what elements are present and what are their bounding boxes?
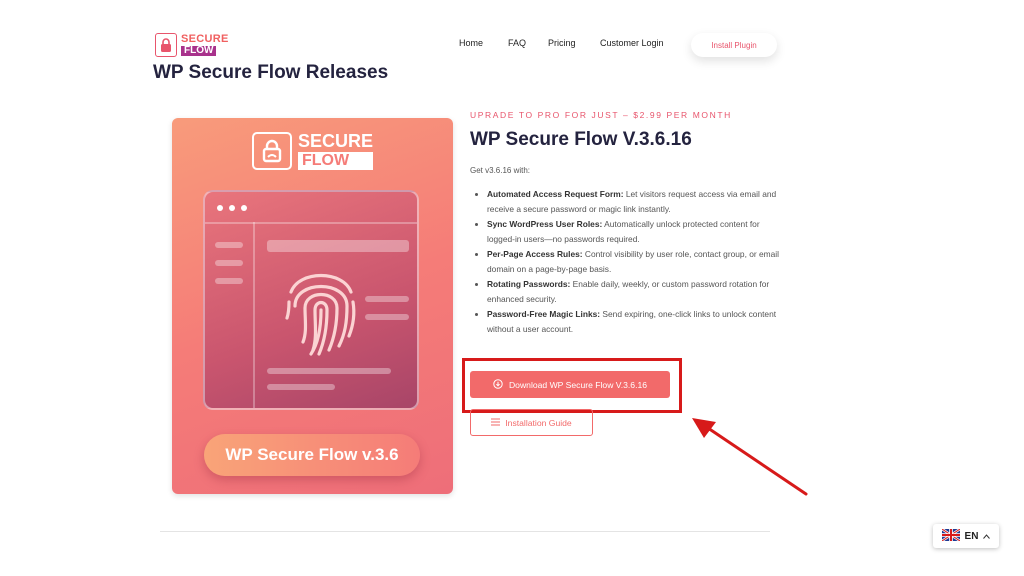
menu-icon bbox=[491, 418, 501, 428]
download-icon bbox=[493, 378, 503, 391]
install-plugin-button[interactable]: Install Plugin bbox=[691, 33, 777, 57]
logo-text-flow: FLOW bbox=[181, 46, 217, 56]
language-code: EN bbox=[964, 530, 979, 542]
installation-guide-label: Installation Guide bbox=[505, 417, 572, 428]
feature-item: Sync WordPress User Roles: Automatically… bbox=[487, 217, 787, 247]
download-button[interactable]: Download WP Secure Flow V.3.6.16 bbox=[470, 371, 670, 398]
section-divider bbox=[160, 531, 770, 532]
feature-item: Automated Access Request Form: Let visit… bbox=[487, 187, 787, 217]
chevron-up-icon bbox=[983, 532, 991, 541]
download-button-label: Download WP Secure Flow V.3.6.16 bbox=[508, 379, 648, 390]
browser-window-illustration bbox=[203, 190, 419, 410]
feature-item: Per-Page Access Rules: Control visibilit… bbox=[487, 247, 787, 277]
nav-faq[interactable]: FAQ bbox=[508, 38, 526, 48]
feature-list: Automated Access Request Form: Let visit… bbox=[470, 187, 787, 337]
page-title: WP Secure Flow Releases bbox=[153, 62, 389, 83]
nav-home[interactable]: Home bbox=[459, 38, 483, 48]
upgrade-promo-text[interactable]: UPRADE TO PRO FOR JUST – $2.99 PER MONTH bbox=[470, 110, 732, 120]
card-logo-text-flow: FLOW bbox=[298, 152, 374, 170]
browser-sidebar bbox=[205, 222, 255, 408]
release-intro: Get v3.6.16 with: bbox=[470, 166, 531, 175]
language-switcher[interactable]: EN bbox=[933, 524, 999, 548]
card-logo-text-secure: SECURE bbox=[298, 131, 374, 152]
feature-item: Password-Free Magic Links: Send expiring… bbox=[487, 307, 787, 337]
product-image-card: SECURE FLOW WP Secure Flow v.3.6 bbox=[172, 118, 453, 494]
version-badge: WP Secure Flow v.3.6 bbox=[204, 434, 420, 476]
browser-titlebar bbox=[205, 192, 417, 224]
lock-icon bbox=[155, 33, 177, 57]
feature-item: Rotating Passwords: Enable daily, weekly… bbox=[487, 277, 787, 307]
installation-guide-button[interactable]: Installation Guide bbox=[470, 409, 593, 436]
logo-text-secure: SECURE bbox=[181, 33, 229, 45]
red-arrow-icon bbox=[688, 410, 812, 500]
nav-customer-login[interactable]: Customer Login bbox=[600, 38, 664, 48]
release-title: WP Secure Flow V.3.6.16 bbox=[470, 129, 692, 150]
fingerprint-icon bbox=[281, 262, 361, 358]
lock-icon bbox=[252, 132, 292, 170]
site-logo[interactable]: SECURE FLOW bbox=[155, 32, 235, 58]
card-logo: SECURE FLOW bbox=[252, 131, 374, 170]
uk-flag-icon bbox=[940, 527, 961, 544]
nav-pricing[interactable]: Pricing bbox=[548, 38, 576, 48]
